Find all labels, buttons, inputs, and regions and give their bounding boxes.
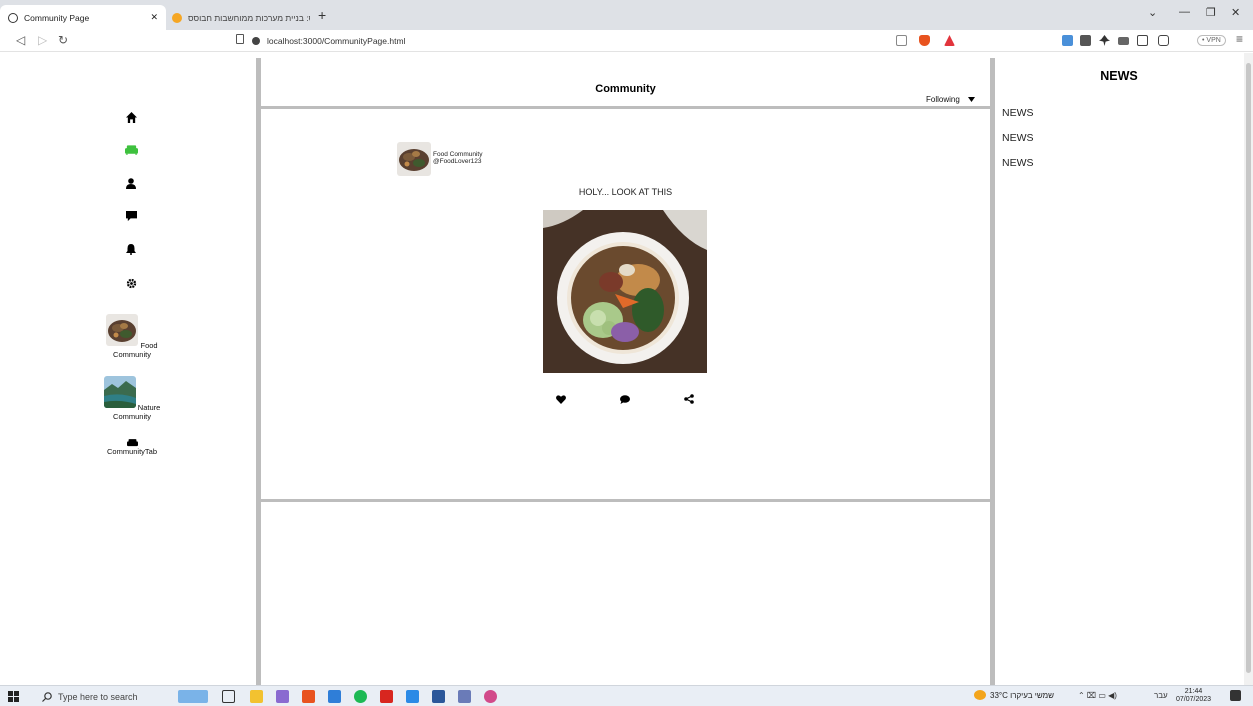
bell-icon[interactable]: [124, 242, 138, 256]
share-page-icon[interactable]: [896, 35, 907, 46]
scrollbar-thumb[interactable]: [1246, 63, 1251, 673]
widgets-icon[interactable]: [178, 690, 208, 703]
community-label: CommunityTab: [106, 447, 158, 456]
url-field[interactable]: localhost:3000/CommunityPage.html: [252, 33, 972, 49]
close-icon[interactable]: ✕: [150, 12, 158, 23]
vpn-button[interactable]: • VPN: [1197, 35, 1226, 46]
news-title: NEWS: [1100, 69, 1138, 83]
sun-cloud-icon: [974, 690, 986, 700]
search-icon: [42, 691, 52, 702]
sidebar-icon[interactable]: [1137, 35, 1148, 46]
post-text: HOLY... LOOK AT THIS: [578, 187, 673, 197]
feed-filter-select[interactable]: Following: [926, 95, 975, 104]
clock-time: 21:44: [1184, 688, 1203, 695]
clock-date: 07/07/2023: [1176, 696, 1212, 703]
wallet-icon[interactable]: [1158, 35, 1169, 46]
new-tab-icon[interactable]: +: [318, 7, 326, 23]
post-handle: @FoodLover123: [433, 158, 482, 165]
main-header: Community Following: [261, 53, 990, 106]
url-text: localhost:3000/CommunityPage.html: [267, 36, 406, 46]
tab-title: קורס: בניית מערכות ממוחשבות חבוסס: [188, 12, 310, 23]
divider-header: [261, 106, 990, 109]
windows-start-icon[interactable]: [8, 691, 19, 702]
left-sidebar: Food Community Nature Community Communit…: [0, 53, 256, 685]
nature-thumbnail: [103, 376, 136, 408]
file-explorer-icon[interactable]: [250, 690, 263, 703]
page-content: Food Community Nature Community Communit…: [0, 53, 1253, 685]
close-window-icon[interactable]: ✕: [1231, 6, 1240, 19]
sidebar-item-nature-community[interactable]: Nature Community: [92, 376, 172, 421]
post-avatar[interactable]: [397, 142, 431, 176]
playlist-icon[interactable]: [1118, 37, 1129, 45]
news-item[interactable]: NEWS: [1002, 157, 1034, 169]
chat-icon[interactable]: [124, 209, 138, 223]
comment-icon[interactable]: [619, 393, 631, 405]
moodle-icon: [172, 12, 182, 23]
forward-icon[interactable]: ▷: [38, 33, 47, 47]
globe-icon: [8, 12, 18, 23]
page-scrollbar[interactable]: [1244, 53, 1253, 685]
gear-icon[interactable]: [124, 276, 138, 290]
brave-icon[interactable]: [302, 690, 315, 703]
app-icon[interactable]: [458, 690, 471, 703]
weather-text: 33°C שמשי בעיקרו: [990, 690, 1054, 700]
couch-icon[interactable]: [124, 143, 138, 157]
word-icon[interactable]: [432, 690, 445, 703]
chevron-down-icon: [967, 97, 975, 102]
weather-widget[interactable]: 33°C שמשי בעיקרו: [974, 690, 1054, 700]
browser-tab-bar: Community Page ✕ קורס: בניית מערכות ממוח…: [0, 0, 1253, 30]
sidebar-item-food-community[interactable]: Food Community: [92, 314, 172, 359]
food-thumbnail: [106, 314, 139, 346]
search-placeholder: Type here to search: [58, 691, 138, 702]
post-author[interactable]: Food Community @FoodLover123: [433, 151, 483, 165]
minimize-icon[interactable]: —: [1179, 6, 1190, 18]
vscode-icon[interactable]: [406, 690, 419, 703]
extension-dark-icon[interactable]: [1080, 35, 1091, 46]
post-card: Food Community @FoodLover123 HOLY... LOO…: [261, 110, 990, 500]
couch-icon: [126, 439, 138, 447]
tray-day-label: עבר: [1154, 691, 1168, 700]
tab-course[interactable]: קורס: בניית מערכות ממוחשבות חבוסס: [166, 5, 316, 30]
post-image: [543, 210, 707, 373]
acrobat-icon[interactable]: [380, 690, 393, 703]
menu-icon[interactable]: ≡: [1236, 32, 1243, 46]
feed-filter-value: Following: [926, 95, 960, 104]
back-icon[interactable]: ◁: [16, 33, 25, 47]
reload-icon[interactable]: ↻: [58, 33, 68, 47]
post-community-name: Food Community: [433, 151, 483, 158]
tab-title: Community Page: [24, 12, 90, 23]
chrome-icon[interactable]: [484, 690, 497, 703]
extension-translate-icon[interactable]: [1062, 35, 1073, 46]
info-icon[interactable]: [252, 37, 260, 45]
heart-icon[interactable]: [555, 393, 567, 405]
user-icon[interactable]: [124, 176, 138, 190]
brave-shield-icon[interactable]: [919, 35, 930, 46]
restore-icon[interactable]: ❐: [1206, 6, 1216, 19]
tab-community-page[interactable]: Community Page ✕: [0, 5, 166, 30]
photos-icon[interactable]: [276, 690, 289, 703]
extensions-puzzle-icon[interactable]: [1099, 35, 1110, 46]
divider-right: [990, 58, 995, 685]
notifications-icon[interactable]: [1230, 690, 1241, 701]
taskbar-clock[interactable]: 21:44 07/07/2023: [1176, 688, 1211, 704]
page-title: Community: [595, 83, 656, 95]
home-icon[interactable]: [124, 110, 138, 124]
todo-icon[interactable]: [328, 690, 341, 703]
windows-taskbar: Type here to search 33°C שמשי בעיקרו ⌃ ⌧…: [0, 685, 1253, 706]
address-bar: ◁ ▷ ↻ localhost:3000/CommunityPage.html …: [0, 30, 1253, 52]
news-item[interactable]: NEWS: [1002, 132, 1034, 144]
news-panel: NEWS NEWS NEWS NEWS: [996, 53, 1242, 685]
share-icon[interactable]: [683, 393, 695, 405]
sidebar-item-community-tab[interactable]: CommunityTab: [92, 439, 172, 456]
chevron-down-icon[interactable]: ⌄: [1148, 6, 1157, 19]
taskbar-search[interactable]: Type here to search: [42, 689, 160, 704]
system-tray[interactable]: ⌃ ⌧ ▭ ◀): [1078, 691, 1117, 700]
spotify-icon[interactable]: [354, 690, 367, 703]
task-view-icon[interactable]: [222, 690, 235, 703]
bookmark-icon[interactable]: [236, 34, 244, 44]
news-item[interactable]: NEWS: [1002, 107, 1034, 119]
